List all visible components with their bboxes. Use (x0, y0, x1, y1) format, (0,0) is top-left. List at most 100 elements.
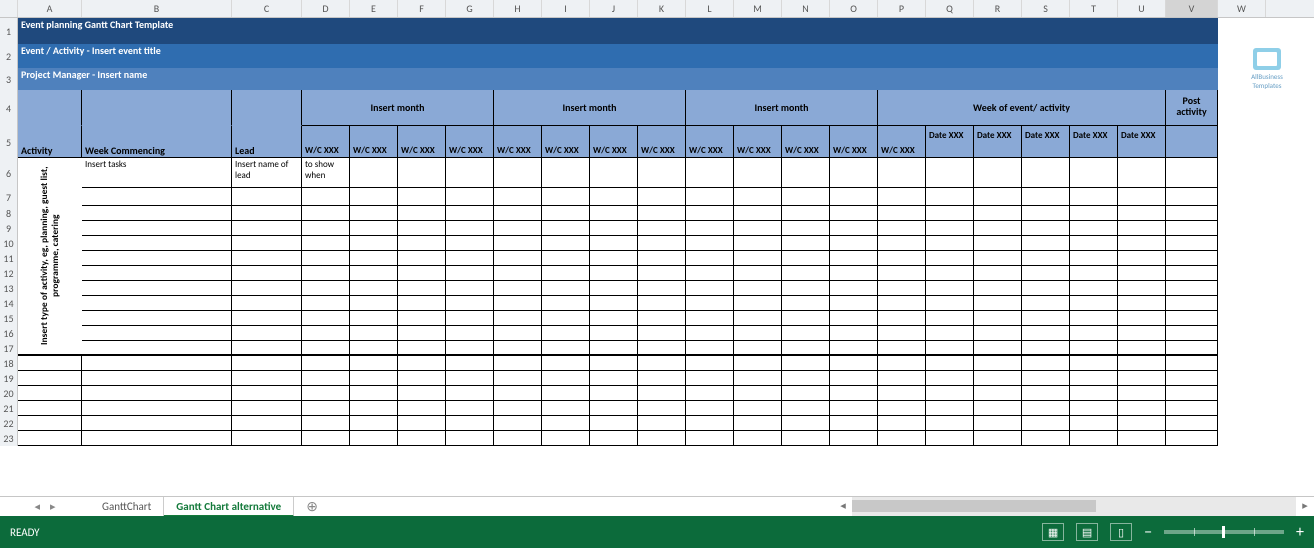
cell-show-when[interactable]: to show when (302, 158, 350, 188)
cell[interactable] (1022, 251, 1070, 266)
row-6[interactable]: 6 (0, 158, 18, 188)
cell[interactable] (926, 401, 974, 416)
cell[interactable] (1118, 158, 1166, 188)
cell[interactable] (782, 431, 830, 446)
cell[interactable] (350, 386, 398, 401)
cell[interactable] (926, 221, 974, 236)
cell[interactable] (446, 311, 494, 326)
scroll-track[interactable] (852, 497, 1296, 516)
cell[interactable] (18, 416, 82, 431)
cell[interactable] (1118, 296, 1166, 311)
cell[interactable] (1118, 236, 1166, 251)
cell[interactable] (638, 326, 686, 341)
cell[interactable] (302, 401, 350, 416)
cell[interactable] (974, 401, 1022, 416)
cell[interactable] (878, 236, 926, 251)
cell[interactable] (1118, 266, 1166, 281)
row-5[interactable]: 5 (0, 126, 18, 158)
cell[interactable] (1166, 371, 1218, 386)
cell[interactable] (686, 431, 734, 446)
hdr-wc-d[interactable]: W/C XXX (302, 126, 350, 158)
cell[interactable] (494, 356, 542, 371)
cell[interactable] (830, 158, 878, 188)
hdr-wc-o[interactable]: W/C XXX (830, 126, 878, 158)
cell[interactable] (1022, 266, 1070, 281)
cell[interactable] (1166, 326, 1218, 341)
cell[interactable] (446, 221, 494, 236)
cell[interactable] (446, 341, 494, 356)
cell[interactable] (232, 416, 302, 431)
col-C[interactable]: C (232, 0, 302, 17)
cell[interactable] (830, 341, 878, 356)
cell[interactable] (1166, 281, 1218, 296)
cell[interactable] (494, 401, 542, 416)
cell[interactable] (398, 386, 446, 401)
hdr-date-u[interactable]: Date XXX (1118, 126, 1166, 158)
cell[interactable] (446, 188, 494, 206)
hdr-wc-p[interactable]: W/C XXX (878, 126, 926, 158)
cell[interactable] (1166, 221, 1218, 236)
cell[interactable] (82, 326, 232, 341)
cell[interactable] (232, 251, 302, 266)
cell[interactable] (398, 431, 446, 446)
cell[interactable] (638, 281, 686, 296)
cell[interactable] (638, 188, 686, 206)
zoom-out-button[interactable]: − (1144, 523, 1152, 542)
cell[interactable] (1022, 311, 1070, 326)
cell[interactable] (926, 431, 974, 446)
cell[interactable] (494, 416, 542, 431)
cell[interactable] (590, 311, 638, 326)
cell[interactable] (782, 296, 830, 311)
cell[interactable] (18, 431, 82, 446)
hdr-date-q[interactable]: Date XXX (926, 126, 974, 158)
cell[interactable] (1070, 251, 1118, 266)
cell[interactable] (82, 386, 232, 401)
cell[interactable] (398, 416, 446, 431)
cell[interactable] (878, 371, 926, 386)
cell[interactable] (974, 221, 1022, 236)
cell[interactable] (926, 386, 974, 401)
cell-tasks[interactable]: Insert tasks (82, 158, 232, 188)
col-H[interactable]: H (494, 0, 542, 17)
cell[interactable] (830, 401, 878, 416)
col-O[interactable]: O (830, 0, 878, 17)
cell[interactable] (782, 281, 830, 296)
cell[interactable] (350, 371, 398, 386)
cell[interactable] (1022, 341, 1070, 356)
worksheet-grid[interactable]: 1 Event planning Gantt Chart Template 2 … (0, 18, 1314, 496)
cell[interactable] (686, 236, 734, 251)
cell[interactable] (302, 416, 350, 431)
cell[interactable] (926, 188, 974, 206)
cell[interactable] (830, 188, 878, 206)
row-7[interactable]: 7 (0, 188, 18, 206)
cell[interactable] (1070, 221, 1118, 236)
cell[interactable] (494, 251, 542, 266)
cell[interactable] (302, 326, 350, 341)
cell[interactable] (638, 416, 686, 431)
horizontal-scrollbar[interactable]: ◂ ▸ (834, 496, 1314, 516)
zoom-slider[interactable] (1164, 530, 1284, 534)
cell[interactable] (734, 311, 782, 326)
cell[interactable] (350, 296, 398, 311)
col-G[interactable]: G (446, 0, 494, 17)
cell[interactable] (590, 251, 638, 266)
cell[interactable] (782, 206, 830, 221)
view-page-layout-icon[interactable]: ▤ (1076, 523, 1098, 541)
cell[interactable] (734, 266, 782, 281)
cell[interactable] (1070, 341, 1118, 356)
cell[interactable] (18, 401, 82, 416)
hdr-wc-m[interactable]: W/C XXX (734, 126, 782, 158)
cell[interactable] (398, 296, 446, 311)
cell[interactable] (232, 311, 302, 326)
cell[interactable] (782, 341, 830, 356)
cell[interactable] (590, 401, 638, 416)
row-11[interactable]: 11 (0, 251, 18, 266)
cell[interactable] (878, 431, 926, 446)
cell[interactable] (446, 158, 494, 188)
cell-lead[interactable]: Insert name of lead (232, 158, 302, 188)
cell[interactable] (398, 158, 446, 188)
cell[interactable] (974, 326, 1022, 341)
cell[interactable] (1070, 386, 1118, 401)
zoom-in-button[interactable]: + (1296, 523, 1304, 542)
cell[interactable] (232, 431, 302, 446)
